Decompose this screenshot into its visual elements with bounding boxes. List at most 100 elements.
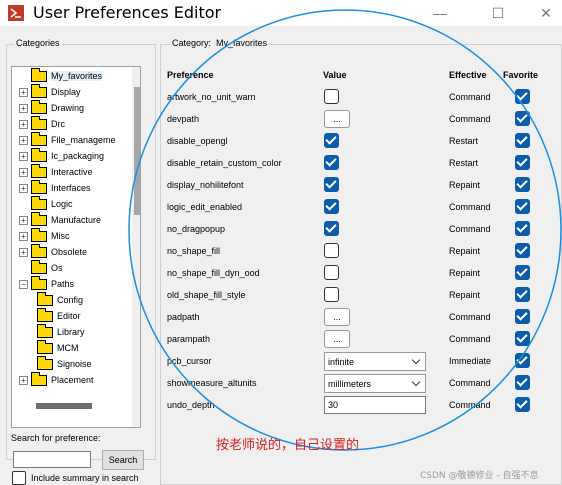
browse-path-button[interactable]: ...	[324, 308, 350, 326]
value-textbox[interactable]: 30	[324, 396, 426, 414]
value-checkbox[interactable]	[324, 287, 339, 302]
category-tree[interactable]: My_favorites + Display + Drawing + Drc + File_ma…	[11, 66, 141, 428]
watermark: CSDN @敬德修业 - 自强不息	[420, 471, 539, 481]
favorite-checkbox[interactable]	[515, 155, 530, 170]
category-item[interactable]: + Misc	[19, 227, 70, 244]
favorite-checkbox[interactable]	[515, 331, 530, 346]
category-item[interactable]: + Manufacture	[19, 211, 101, 228]
close-button[interactable]: ✕	[530, 0, 562, 26]
browse-path-button[interactable]: ...	[324, 330, 350, 348]
folder-icon	[31, 83, 47, 98]
value-checkbox[interactable]	[324, 89, 339, 104]
value-checkbox[interactable]	[324, 133, 339, 148]
category-item[interactable]: + Interactive	[19, 163, 93, 180]
expand-toggle-icon[interactable]: +	[19, 103, 28, 113]
value-checkbox[interactable]	[324, 221, 339, 236]
favorite-checkbox[interactable]	[515, 199, 530, 214]
expand-toggle-icon[interactable]: +	[19, 119, 28, 129]
header-value: Value	[323, 70, 347, 80]
favorite-checkbox[interactable]	[515, 177, 530, 192]
category-label: Placement	[51, 375, 94, 385]
expand-toggle-icon[interactable]: +	[19, 135, 28, 145]
category-label: MCM	[57, 343, 79, 353]
effective-value: Repaint	[449, 290, 481, 300]
category-item[interactable]: Editor	[37, 307, 81, 324]
expand-toggle-icon[interactable]: +	[19, 215, 28, 225]
folder-icon	[31, 243, 47, 258]
tree-scroll-thumb[interactable]	[134, 87, 140, 215]
include-summary-checkbox[interactable]	[12, 471, 26, 485]
folder-icon	[31, 259, 47, 274]
category-item[interactable]: + Obsolete	[19, 243, 87, 260]
favorite-checkbox[interactable]	[515, 89, 530, 104]
category-heading: Category: My_favorites	[170, 38, 270, 48]
close-icon: ✕	[540, 4, 552, 21]
value-checkbox[interactable]	[324, 265, 339, 280]
favorite-checkbox[interactable]	[515, 353, 530, 368]
value-dropdown[interactable]: infinite	[324, 352, 426, 371]
minimize-icon: —	[433, 5, 447, 21]
folder-icon	[31, 211, 47, 226]
folder-icon	[31, 163, 47, 178]
category-item[interactable]: + Placement	[19, 371, 94, 388]
minimize-button[interactable]: —	[420, 0, 460, 26]
category-item[interactable]: + Interfaces	[19, 179, 91, 196]
category-label: Editor	[57, 311, 81, 321]
category-item[interactable]: + Display	[19, 83, 81, 100]
effective-value: Immediate	[449, 356, 492, 366]
category-item[interactable]: + Drc	[19, 115, 65, 132]
expand-toggle-icon[interactable]: +	[19, 247, 28, 257]
favorite-checkbox[interactable]	[515, 375, 530, 390]
category-item[interactable]: Signoise	[37, 355, 92, 372]
search-input[interactable]	[13, 451, 91, 468]
expand-toggle-icon[interactable]: +	[19, 183, 28, 193]
chevron-down-icon	[411, 377, 421, 387]
folder-icon	[37, 355, 53, 370]
favorite-checkbox[interactable]	[515, 243, 530, 258]
category-item[interactable]: Config	[37, 291, 83, 308]
category-item[interactable]: + File_manageme	[19, 131, 116, 148]
category-label: Os	[51, 263, 63, 273]
category-item[interactable]: + Drawing	[19, 99, 84, 116]
expand-toggle-icon[interactable]: +	[19, 375, 28, 385]
include-summary-option[interactable]: Include summary in search	[12, 471, 139, 485]
tree-vertical-scrollbar[interactable]	[132, 67, 140, 427]
value-checkbox[interactable]	[324, 199, 339, 214]
browse-path-button[interactable]: ...	[324, 110, 350, 128]
favorite-checkbox[interactable]	[515, 221, 530, 236]
category-item[interactable]: − Paths	[19, 275, 74, 292]
expand-toggle-icon[interactable]: +	[19, 151, 28, 161]
favorite-checkbox[interactable]	[515, 309, 530, 324]
categories-label: Categories	[14, 38, 62, 48]
include-summary-label: Include summary in search	[31, 473, 139, 483]
favorite-checkbox[interactable]	[515, 265, 530, 280]
folder-icon	[31, 371, 47, 386]
effective-value: Command	[449, 312, 491, 322]
expand-toggle-icon[interactable]: +	[19, 167, 28, 177]
favorite-checkbox[interactable]	[515, 287, 530, 302]
category-label: Interfaces	[51, 183, 91, 193]
effective-value: Command	[449, 202, 491, 212]
maximize-button[interactable]: ☐	[478, 0, 518, 26]
title-bar: User Preferences Editor — ☐ ✕	[0, 0, 562, 26]
search-button[interactable]: Search	[102, 450, 144, 470]
expand-toggle-icon[interactable]: +	[19, 87, 28, 97]
preference-name: artwork_no_unit_warn	[167, 92, 256, 102]
favorite-checkbox[interactable]	[515, 111, 530, 126]
category-item[interactable]: MCM	[37, 339, 79, 356]
category-item[interactable]: Logic	[19, 195, 73, 212]
value-dropdown[interactable]: millimeters	[324, 374, 426, 393]
expand-toggle-icon[interactable]: +	[19, 231, 28, 241]
category-item[interactable]: Library	[37, 323, 85, 340]
value-checkbox[interactable]	[324, 177, 339, 192]
category-item[interactable]: + Ic_packaging	[19, 147, 104, 164]
value-checkbox[interactable]	[324, 155, 339, 170]
tree-horizontal-scroll-thumb[interactable]	[36, 403, 92, 409]
folder-icon	[31, 131, 47, 146]
favorite-checkbox[interactable]	[515, 133, 530, 148]
expand-toggle-icon[interactable]: −	[19, 279, 28, 289]
value-checkbox[interactable]	[324, 243, 339, 258]
category-item[interactable]: Os	[19, 259, 63, 276]
favorite-checkbox[interactable]	[515, 397, 530, 412]
category-item[interactable]: My_favorites	[19, 67, 103, 84]
